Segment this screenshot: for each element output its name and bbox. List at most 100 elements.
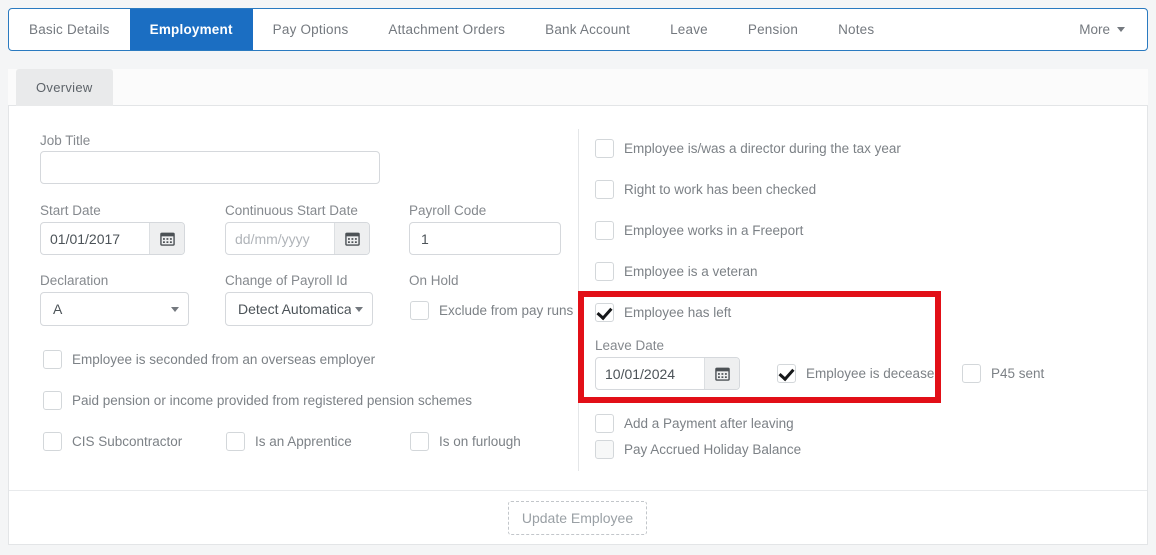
calendar-icon [344,232,360,246]
tab-label: Bank Account [545,22,631,37]
update-employee-button[interactable]: Update Employee [508,501,647,535]
checkbox-box [43,391,62,410]
checkbox-label: Employee works in a Freeport [624,223,804,238]
change-of-payroll-id-label: Change of Payroll Id [225,273,348,288]
checkbox-label: Employee is deceased [806,366,942,381]
checkbox-label: Exclude from pay runs [439,303,574,318]
form-body: Job Title Start Date 01/01/2017 Continuo… [9,106,1147,490]
leave-date-input[interactable] [596,358,704,389]
checkbox-box [410,301,429,320]
sub-tab-label: Overview [36,80,93,95]
leave-date-calendar-button[interactable] [704,358,739,389]
tab-notes[interactable]: Notes [818,9,894,50]
declaration-label: Declaration [40,273,109,288]
checkbox-label: Employee is/was a director during the ta… [624,141,901,156]
payroll-code-input[interactable] [409,222,561,255]
checkbox-box [595,221,614,240]
checkbox-employee-has-left[interactable]: Employee has left [595,303,731,322]
checkbox-label: P45 sent [991,366,1045,381]
tab-leave[interactable]: Leave [650,9,728,50]
more-label: More [1079,22,1110,37]
leave-date-field[interactable] [595,357,740,390]
change-of-payroll-id-select[interactable]: Detect Automatical [225,292,373,326]
tab-attachment-orders[interactable]: Attachment Orders [368,9,525,50]
job-title-label: Job Title [40,133,91,148]
checkbox-label: Employee has left [624,305,732,320]
checkbox-paid-pension-or-income[interactable]: Paid pension or income provided from reg… [43,391,472,410]
calendar-icon [159,232,175,246]
declaration-value: A [53,301,63,317]
on-hold-label: On Hold [409,273,459,288]
checkbox-box [43,350,62,369]
checkbox-seconded-overseas[interactable]: Employee is seconded from an overseas em… [43,350,375,369]
continuous-start-date-input[interactable] [226,223,334,254]
chevron-down-icon [1117,27,1125,32]
checkbox-label: Right to work has been checked [624,182,817,197]
continuous-start-date-calendar-button[interactable] [334,223,369,254]
checkbox-box [595,414,614,433]
tab-label: Attachment Orders [388,22,506,37]
tab-basic-details[interactable]: Basic Details [9,9,130,50]
checkbox-box [595,262,614,281]
tab-label: Pay Options [272,22,349,37]
checkbox-label: Employee is a veteran [624,264,758,279]
checkbox-employee-is-deceased[interactable]: Employee is deceased [777,364,942,383]
tab-pay-options[interactable]: Pay Options [253,9,369,50]
checkbox-box [595,139,614,158]
payroll-code-label: Payroll Code [409,203,487,218]
start-date-input[interactable] [41,223,149,254]
checkbox-box [410,432,429,451]
leave-date-label: Leave Date [595,338,665,353]
sub-tab-bar: Overview [8,69,1148,106]
checkbox-pay-accrued-holiday-balance[interactable]: Pay Accrued Holiday Balance [595,440,801,459]
checkbox-box [595,440,614,459]
checkbox-add-payment-after-leaving[interactable]: Add a Payment after leaving [595,414,794,433]
tab-bar-spacer [894,9,1061,50]
checkbox-label: Is on furlough [439,434,521,449]
checkbox-cis-subcontractor[interactable]: CIS Subcontractor [43,432,182,451]
sub-tab-overview[interactable]: Overview [16,69,113,106]
chevron-down-icon [171,306,179,312]
checkbox-is-an-apprentice[interactable]: Is an Apprentice [226,432,352,451]
employment-form-panel: Job Title Start Date 01/01/2017 Continuo… [8,106,1148,545]
more-tabs-button[interactable]: More [1061,9,1147,50]
change-of-payroll-id-value: Detect Automatical [238,301,351,317]
checkbox-box [595,303,614,322]
start-date-calendar-button[interactable] [149,223,184,254]
checkbox-works-in-freeport[interactable]: Employee works in a Freeport [595,221,803,240]
column-divider [578,129,579,471]
job-title-input[interactable] [40,151,380,184]
tab-label: Notes [838,22,875,37]
calendar-icon [714,367,730,381]
tab-pension[interactable]: Pension [728,9,818,50]
declaration-select[interactable]: A [40,292,189,326]
checkbox-label: Pay Accrued Holiday Balance [624,442,802,457]
start-date-field[interactable] [40,222,185,255]
checkbox-label: Add a Payment after leaving [624,416,794,431]
checkbox-is-director[interactable]: Employee is/was a director during the ta… [595,139,901,158]
tab-label: Employment [149,22,233,37]
checkbox-p45-sent[interactable]: P45 sent [962,364,1044,383]
checkbox-is-on-furlough[interactable]: Is on furlough [410,432,521,451]
checkbox-box [226,432,245,451]
checkbox-box [43,432,62,451]
checkbox-right-to-work[interactable]: Right to work has been checked [595,180,816,199]
app-screen: Basic Details Employment Pay Options Att… [0,0,1156,555]
checkbox-box [962,364,981,383]
main-tab-bar: Basic Details Employment Pay Options Att… [8,8,1148,51]
checkbox-label: Paid pension or income provided from reg… [72,393,472,408]
tab-bank-account[interactable]: Bank Account [525,9,650,50]
checkbox-is-veteran[interactable]: Employee is a veteran [595,262,758,281]
checkbox-label: Is an Apprentice [255,434,352,449]
checkbox-label: CIS Subcontractor [72,434,183,449]
tab-label: Pension [747,22,799,37]
continuous-start-date-label: Continuous Start Date [225,203,358,218]
checkbox-exclude-from-pay-runs[interactable]: Exclude from pay runs [410,301,573,320]
tab-label: Leave [670,22,708,37]
start-date-label: Start Date [40,203,101,218]
checkbox-box [595,180,614,199]
tab-employment[interactable]: Employment [129,9,253,50]
continuous-start-date-field[interactable] [225,222,370,255]
checkbox-box [777,364,796,383]
update-employee-label: Update Employee [521,510,634,526]
